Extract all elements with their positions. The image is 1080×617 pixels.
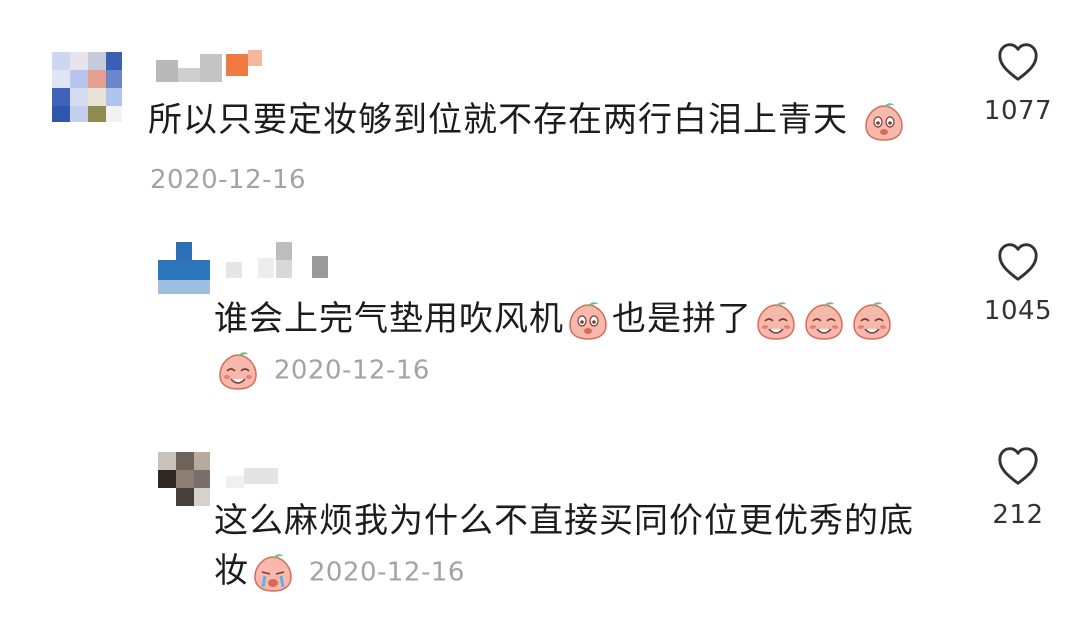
avatar[interactable] xyxy=(158,452,210,506)
peach-laughing-emoji xyxy=(802,301,846,341)
comment-date: 2020-12-16 xyxy=(308,557,465,588)
comment-text: 所以只要定妆够到位就不存在两行白泪上青天 xyxy=(148,95,948,145)
username-blurred[interactable] xyxy=(156,50,266,82)
avatar[interactable] xyxy=(158,242,210,294)
avatar[interactable] xyxy=(52,52,122,122)
comment-text: 这么麻烦我为什么不直接买同价位更优秀的底妆 2020-12-16 xyxy=(214,496,934,598)
like-count: 1045 xyxy=(983,296,1053,326)
heart-outline-icon[interactable] xyxy=(996,446,1040,486)
comment-text: 谁会上完气垫用吹风机 也是拼了 2020-12-16 xyxy=(214,294,954,396)
heart-outline-icon[interactable] xyxy=(996,42,1040,82)
comment-date: 2020-12-16 xyxy=(273,355,430,386)
like-count: 1077 xyxy=(983,96,1053,126)
like-count: 212 xyxy=(992,500,1044,530)
peach-laughing-emoji xyxy=(216,351,260,391)
like-button[interactable]: 1077 xyxy=(963,42,1073,126)
like-button[interactable]: 1045 xyxy=(963,242,1073,326)
comment-body-part1: 谁会上完气垫用吹风机 xyxy=(214,299,564,339)
heart-outline-icon[interactable] xyxy=(996,242,1040,282)
comment-3: 这么麻烦我为什么不直接买同价位更优秀的底妆 2020-12-16 212 xyxy=(0,440,1080,617)
peach-surprised-emoji xyxy=(566,301,610,341)
like-button[interactable]: 212 xyxy=(963,446,1073,530)
comment-body-part2: 也是拼了 xyxy=(612,299,752,339)
peach-laughing-emoji xyxy=(850,301,894,341)
comment-date: 2020-12-16 xyxy=(150,165,307,195)
comment-2: 谁会上完气垫用吹风机 也是拼了 2020-12-16 1045 xyxy=(0,230,1080,420)
peach-surprised-emoji xyxy=(862,102,906,142)
comment-1: 所以只要定妆够到位就不存在两行白泪上青天 2020-12-16 1077 xyxy=(0,0,1080,210)
comment-body: 所以只要定妆够到位就不存在两行白泪上青天 xyxy=(148,100,848,140)
peach-laughing-emoji xyxy=(754,301,798,341)
peach-crying-emoji xyxy=(251,553,295,593)
username-blurred[interactable] xyxy=(226,464,286,488)
username-blurred[interactable] xyxy=(226,242,336,278)
